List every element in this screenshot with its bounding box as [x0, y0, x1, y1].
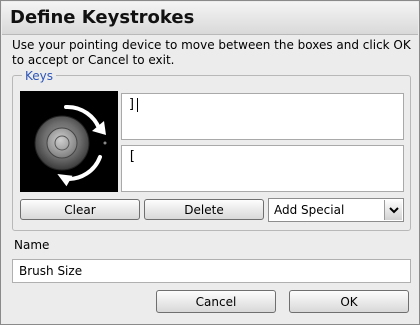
add-special-selected: Add Special	[274, 203, 345, 217]
cancel-button[interactable]: Cancel	[156, 290, 276, 313]
delete-button[interactable]: Delete	[144, 199, 264, 220]
instructions-text: Use your pointing device to move between…	[12, 38, 411, 67]
title-bar: Define Keystrokes	[2, 2, 418, 35]
keystroke-bottom-value: [	[128, 149, 136, 164]
name-input[interactable]: Brush Size	[12, 259, 411, 283]
keystroke-top-value: ]	[128, 97, 136, 112]
define-keystrokes-dialog: Define Keystrokes Use your pointing devi…	[0, 0, 420, 325]
ok-button[interactable]: OK	[289, 290, 409, 313]
keys-group-label: Keys	[22, 69, 57, 83]
keystroke-field-bottom[interactable]: [	[121, 145, 404, 192]
chevron-down-icon[interactable]	[384, 200, 402, 220]
text-caret	[136, 97, 138, 112]
touch-ring-rotate-icon	[20, 91, 118, 192]
clear-button[interactable]: Clear	[20, 199, 140, 220]
keystroke-field-top[interactable]: ]	[121, 93, 404, 140]
dialog-title: Define Keystrokes	[10, 7, 195, 28]
add-special-dropdown[interactable]: Add Special	[268, 198, 404, 222]
name-label: Name	[14, 238, 50, 252]
name-input-value: Brush Size	[19, 264, 83, 278]
